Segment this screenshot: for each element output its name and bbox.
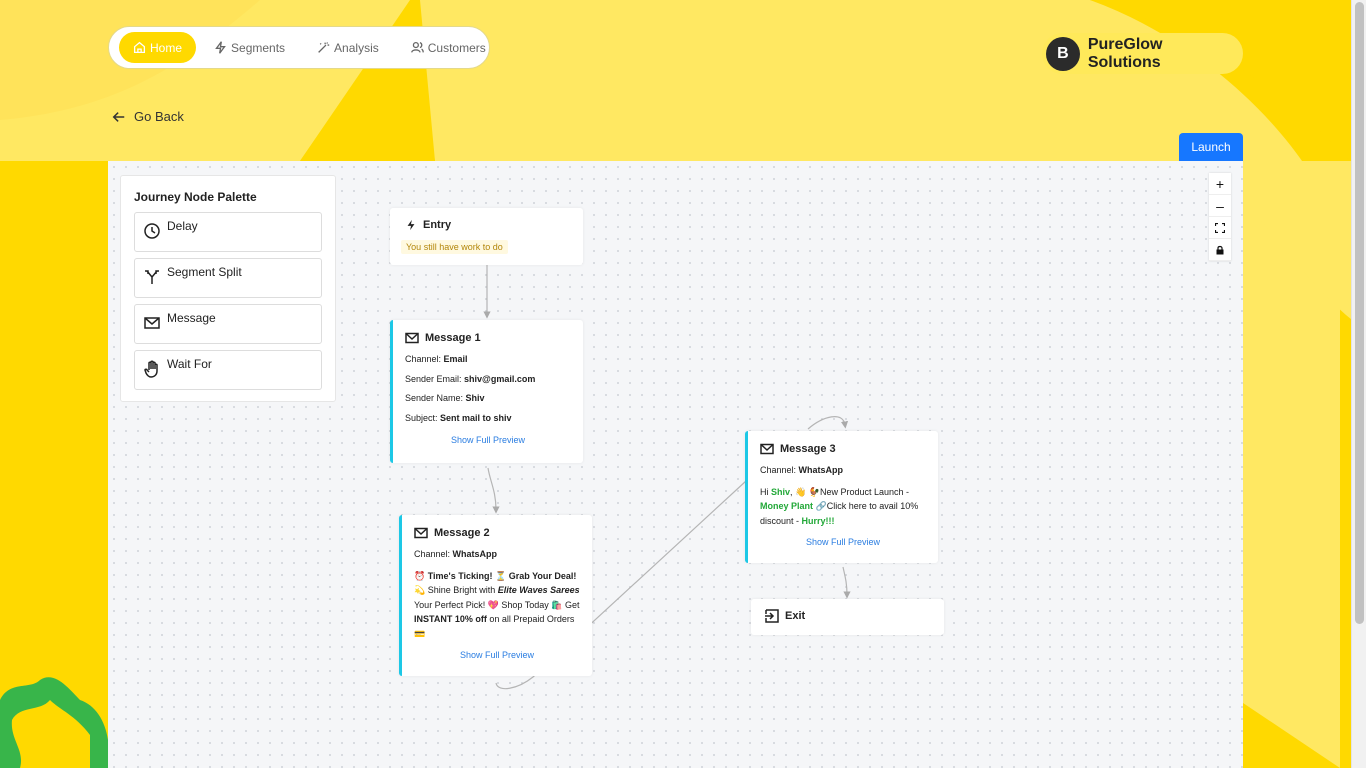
palette-item-label: Wait For [167,357,212,371]
nav-home-label: Home [150,40,183,55]
mail-icon [414,527,428,539]
palette-item-delay[interactable]: Delay [134,212,322,252]
zoom-in-button[interactable]: + [1209,173,1231,195]
mail-icon [405,332,419,344]
nav-segments[interactable]: Segments [200,32,299,63]
palette-title: Journey Node Palette [134,190,257,204]
message-3-node[interactable]: Message 3 Channel: WhatsApp Hi Shiv, 👋 🐓… [745,431,938,563]
palette-item-message[interactable]: Message [134,304,322,344]
edge-message1-message2 [487,467,500,514]
nav-analysis-label: Analysis [334,40,379,55]
message-3-body: Hi Shiv, 👋 🐓New Product Launch - Money P… [760,486,919,526]
entry-warning: You still have work to do [401,240,508,254]
avatar: B [1046,36,1080,71]
top-nav: Home Segments Analysis Customers [108,26,490,69]
message-2-header: Message 2 [414,526,580,540]
message-2-body: ⏰ Time's Ticking! ⏳ Grab Your Deal! 💫 Sh… [414,570,580,639]
exit-title: Exit [785,610,806,622]
page-scrollbar[interactable] [1351,0,1366,768]
go-back-link[interactable]: Go Back [112,109,184,124]
fit-view-icon [1215,222,1225,233]
message-1-node[interactable]: Message 1 Channel: Email Sender Email: s… [390,320,583,463]
launch-button[interactable]: Launch [1179,133,1243,161]
edge-message3-exit [842,566,851,599]
message-2-node[interactable]: Message 2 Channel: WhatsApp ⏰ Time's Tic… [399,515,592,676]
nav-segments-label: Segments [231,40,286,55]
entry-node[interactable]: Entry You still have work to do [390,208,583,265]
entry-header: Entry [405,219,569,231]
scrollbar-thumb[interactable] [1355,2,1364,624]
message-3-preview-link[interactable]: Show Full Preview [760,537,926,547]
message-1-subject: Subject: Sent mail to shiv [405,412,512,423]
arrow-left-icon [112,111,125,122]
palette-item-label: Delay [167,219,198,233]
message-2-channel: Channel: WhatsApp [414,549,498,559]
split-icon [145,270,159,284]
message-3-channel: Channel: WhatsApp [760,465,844,475]
clock-icon [144,223,160,239]
nav-analysis[interactable]: Analysis [303,32,393,63]
brand-badge[interactable]: B PureGlow Solutions [1042,33,1243,74]
zoom-out-button[interactable]: – [1209,195,1231,217]
bolt-icon [215,41,226,54]
exit-icon [765,609,779,623]
message-1-title: Message 1 [425,332,481,344]
palette-item-segment-split[interactable]: Segment Split [134,258,322,298]
lock-button[interactable] [1209,239,1231,261]
message-3-header: Message 3 [760,442,926,456]
mail-icon [760,443,774,455]
nav-home[interactable]: Home [119,32,197,63]
entry-title: Entry [423,219,452,231]
fit-view-button[interactable] [1209,217,1231,239]
mail-icon [144,317,160,329]
message-2-title: Message 2 [434,527,490,539]
zoom-controls: + – [1209,173,1231,261]
nav-customers-label: Customers [427,40,486,55]
palette-item-wait-for[interactable]: Wait For [134,350,322,390]
palette-item-label: Segment Split [167,265,242,279]
go-back-label: Go Back [134,109,184,124]
users-icon [410,41,424,53]
exit-header: Exit [765,609,930,623]
brand-name: PureGlow Solutions [1087,35,1163,71]
home-icon [133,41,146,54]
hand-icon [144,360,158,378]
message-2-preview-link[interactable]: Show Full Preview [414,650,580,660]
edge-message3-loop [807,416,849,430]
palette-item-label: Message [167,311,216,325]
message-1-channel: Channel: Email [405,354,468,364]
message-1-header: Message 1 [405,331,571,345]
node-palette: Journey Node Palette Delay Segment Split… [120,175,336,402]
message-1-preview-link[interactable]: Show Full Preview [405,435,571,445]
message-1-sender-email: Sender Email: shiv@gmail.com [405,373,536,384]
exit-node[interactable]: Exit [751,599,944,635]
message-3-title: Message 3 [780,443,836,455]
wand-icon [318,42,330,53]
nav-customers[interactable]: Customers [397,32,500,63]
lock-icon [1216,245,1224,254]
message-1-sender-name: Sender Name: Shiv [405,393,485,403]
journey-canvas[interactable]: Journey Node Palette Delay Segment Split… [108,161,1243,768]
bolt-icon [407,219,415,231]
